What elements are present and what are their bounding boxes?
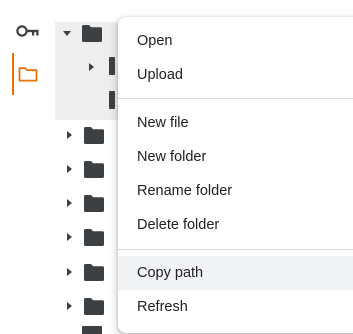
folder-icon: [84, 263, 104, 281]
menu-divider: [118, 98, 353, 99]
menu-item-refresh[interactable]: Refresh: [118, 290, 353, 324]
menu-item-delete-folder[interactable]: Delete folder: [118, 208, 353, 242]
chevron-right-icon[interactable]: [64, 267, 74, 277]
menu-divider: [118, 249, 353, 250]
menu-item-open[interactable]: Open: [118, 24, 353, 58]
tree-row[interactable]: [64, 261, 104, 283]
tree-row-expanded[interactable]: [62, 22, 102, 44]
menu-item-upload[interactable]: Upload: [118, 58, 353, 92]
chevron-right-icon[interactable]: [86, 62, 96, 72]
tree-row[interactable]: [64, 295, 104, 317]
chevron-right-icon[interactable]: [64, 232, 74, 242]
chevron-right-icon[interactable]: [64, 130, 74, 140]
activity-rail: [0, 0, 46, 334]
folder-icon: [82, 24, 102, 42]
tree-row[interactable]: [82, 326, 102, 334]
tree-row[interactable]: [64, 124, 104, 146]
folder-icon: [84, 194, 104, 212]
chevron-right-icon[interactable]: [64, 164, 74, 174]
folder-icon: [84, 160, 104, 178]
tree-row[interactable]: [64, 158, 104, 180]
menu-item-new-folder[interactable]: New folder: [118, 140, 353, 174]
secrets-button[interactable]: [14, 17, 42, 45]
tree-row[interactable]: [64, 226, 104, 248]
folder-icon: [109, 57, 115, 75]
menu-item-new-file[interactable]: New file: [118, 106, 353, 140]
folder-icon: [82, 326, 102, 334]
chevron-down-icon[interactable]: [62, 28, 72, 38]
chevron-right-icon[interactable]: [64, 198, 74, 208]
menu-item-rename-folder[interactable]: Rename folder: [118, 174, 353, 208]
tree-row[interactable]: [64, 192, 104, 214]
folder-icon: [84, 297, 104, 315]
folder-icon: [109, 91, 115, 109]
tree-row-child[interactable]: [86, 56, 96, 78]
folder-icon: [84, 126, 104, 144]
chevron-right-icon[interactable]: [64, 301, 74, 311]
menu-item-copy-path[interactable]: Copy path: [118, 256, 353, 290]
folder-icon: [18, 67, 38, 82]
key-icon: [16, 25, 39, 37]
folder-icon: [84, 228, 104, 246]
context-menu: Open Upload New file New folder Rename f…: [118, 17, 353, 333]
files-button[interactable]: [14, 60, 42, 88]
